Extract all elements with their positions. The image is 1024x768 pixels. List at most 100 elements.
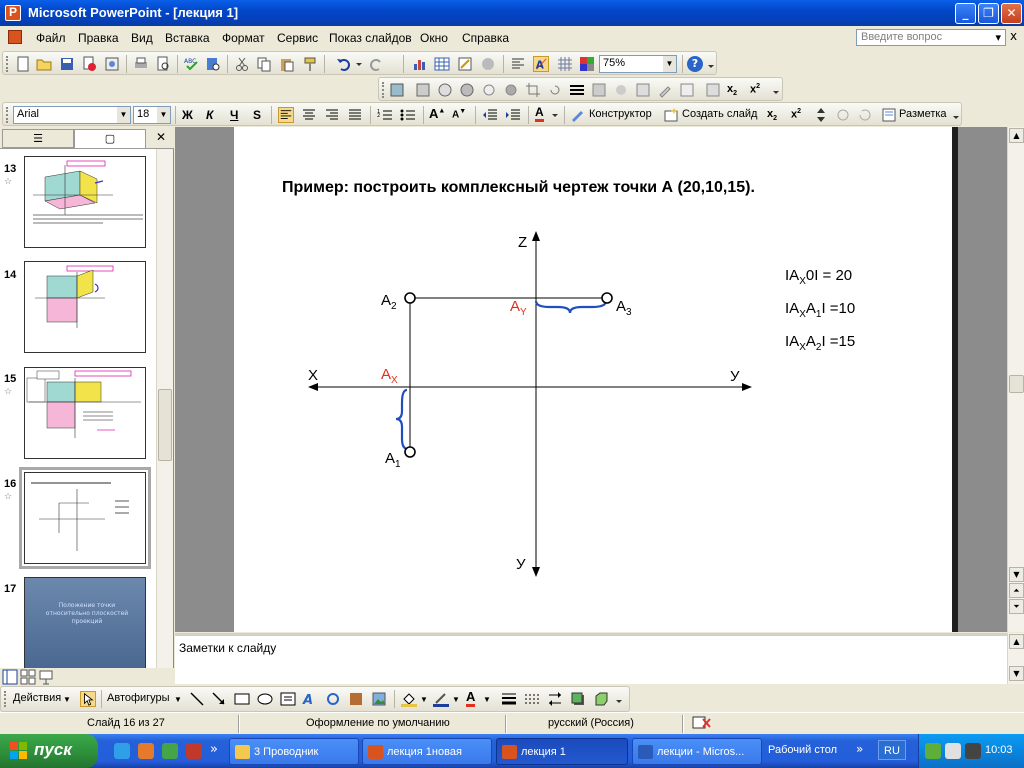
more-contrast-icon[interactable] [437, 82, 453, 98]
align-left-icon[interactable] [278, 107, 294, 123]
document-icon[interactable] [8, 30, 22, 44]
arrow-style-icon[interactable] [547, 691, 563, 707]
picture-option-icon[interactable] [705, 82, 721, 98]
task-word[interactable]: лекции - Micros... [632, 738, 762, 765]
previous-slide-icon[interactable]: ⏶ [1009, 583, 1024, 598]
scroll-thumb[interactable] [1009, 375, 1024, 393]
equation-3[interactable]: IАXА2I =15 [785, 333, 855, 353]
copy-icon[interactable] [256, 56, 272, 72]
slide-thumbnail-17[interactable]: Положение точки относительно плоскостей … [24, 577, 146, 669]
menu-file[interactable]: Файл [36, 31, 66, 45]
italic-button[interactable]: К [206, 108, 213, 122]
actions-menu[interactable]: Действия [13, 692, 61, 704]
slide-heading[interactable]: Пример: построить комплексный чертеж точ… [282, 179, 755, 196]
diagram-tool-icon[interactable] [325, 691, 341, 707]
subscript-icon[interactable]: x2 [727, 83, 737, 97]
task-lecture-new[interactable]: лекция 1новая [362, 738, 492, 765]
color-icon[interactable] [415, 82, 431, 98]
design-button[interactable]: Конструктор [589, 108, 652, 120]
opera-icon[interactable] [186, 743, 202, 759]
close-button[interactable]: ✕ [1001, 3, 1022, 24]
line-color-icon[interactable] [433, 691, 449, 707]
toolbar-options-icon[interactable] [615, 691, 623, 707]
show-formatting-icon[interactable]: A [533, 56, 549, 72]
menu-tools[interactable]: Сервис [277, 31, 318, 45]
refresh-icon[interactable] [857, 107, 873, 123]
rotate-icon[interactable] [547, 82, 563, 98]
less-contrast-icon[interactable] [459, 82, 475, 98]
maximize-button[interactable]: ❐ [978, 3, 999, 24]
design-icon[interactable] [570, 107, 586, 123]
arrow-tool-icon[interactable] [211, 691, 227, 707]
quicklaunch-more-icon[interactable]: » [210, 742, 218, 757]
chevron-down-icon[interactable]: ▼ [452, 695, 460, 704]
new-slide-button[interactable]: Создать слайд [682, 108, 757, 120]
chevron-down-icon[interactable]: ▼ [663, 56, 676, 72]
undo-icon[interactable] [336, 56, 352, 72]
spelling-status-icon[interactable] [692, 716, 712, 730]
notes-pane[interactable]: Заметки к слайду [175, 633, 1007, 684]
underline-button[interactable]: Ч [230, 108, 238, 122]
normal-view-icon[interactable] [2, 669, 18, 685]
numbering-icon[interactable]: 12 [377, 107, 393, 123]
chevron-down-icon[interactable]: ▼ [117, 107, 130, 123]
redo-icon[interactable] [368, 56, 384, 72]
font-select[interactable]: Arial ▼ [13, 106, 131, 124]
color-grayscale-icon[interactable] [579, 56, 595, 72]
increase-indent-icon[interactable] [505, 107, 521, 123]
chevron-down-icon[interactable]: ▼ [63, 695, 71, 704]
toolbar-options-icon[interactable] [772, 82, 780, 98]
toolbar-options-icon[interactable] [952, 107, 960, 123]
clock[interactable]: 10:03 [985, 744, 1013, 756]
fill-color-icon[interactable] [401, 691, 417, 707]
chevron-down-icon[interactable]: ▼ [483, 695, 491, 704]
new-slide-icon[interactable] [663, 107, 679, 123]
tab-outline[interactable]: ☰ [2, 129, 74, 148]
font-size-select[interactable]: 18 ▼ [133, 106, 171, 124]
powerpoint-app-icon[interactable] [5, 5, 21, 21]
slide-sorter-view-icon[interactable] [20, 669, 36, 685]
help-dropdown-icon[interactable]: ▾ [995, 31, 1001, 44]
scroll-up-icon[interactable]: ▲ [1009, 634, 1024, 649]
line-tool-icon[interactable] [189, 691, 205, 707]
scroll-down-icon[interactable]: ▼ [1009, 567, 1024, 582]
print-preview-icon[interactable] [155, 56, 171, 72]
line-style-tool-icon[interactable] [501, 691, 517, 707]
open-folder-icon[interactable] [36, 56, 52, 72]
next-slide-icon[interactable]: ⏷ [1009, 599, 1024, 614]
slide-thumbnail-13[interactable] [24, 156, 146, 248]
align-center-icon[interactable] [301, 107, 317, 123]
bold-button[interactable]: Ж [182, 108, 193, 122]
spelling-icon[interactable]: ABC [184, 56, 200, 72]
3d-style-icon[interactable] [593, 691, 609, 707]
new-document-icon[interactable] [15, 56, 31, 72]
document-close-icon[interactable]: x [1010, 29, 1017, 43]
zoom-select[interactable]: 75% ▼ [599, 55, 677, 73]
font-color-tool-icon[interactable]: A [466, 690, 476, 707]
desktop-toolbar-label[interactable]: Рабочий стол [768, 744, 837, 756]
chevron-down-icon[interactable]: ▼ [420, 695, 428, 704]
font-color-dropdown-icon[interactable] [551, 107, 559, 123]
minimize-button[interactable]: _ [955, 3, 976, 24]
reset-picture-icon[interactable] [679, 82, 695, 98]
insert-picture-icon[interactable] [389, 82, 405, 98]
equation-1[interactable]: IАX0I = 20 [785, 267, 852, 287]
help-icon[interactable]: ? [687, 56, 703, 72]
slide-thumbnail-16[interactable] [19, 467, 151, 569]
print-icon[interactable] [133, 56, 149, 72]
toolbar-grip[interactable] [4, 691, 7, 707]
undo-dropdown-icon[interactable] [355, 56, 363, 72]
more-brightness-icon[interactable] [481, 82, 497, 98]
justify-icon[interactable] [347, 107, 363, 123]
insert-table-icon[interactable] [434, 56, 450, 72]
layout-icon[interactable] [881, 107, 897, 123]
autoshapes-menu[interactable]: Автофигуры [107, 692, 170, 704]
menu-window[interactable]: Окно [420, 31, 448, 45]
animation-icon[interactable] [835, 107, 851, 123]
menu-view[interactable]: Вид [131, 31, 153, 45]
save-icon[interactable] [59, 56, 75, 72]
font-color-icon[interactable]: A [535, 106, 544, 122]
select-pointer-icon[interactable] [80, 691, 96, 707]
toolbar-options-icon[interactable] [707, 56, 715, 72]
move-up-down-icon[interactable] [813, 107, 829, 123]
